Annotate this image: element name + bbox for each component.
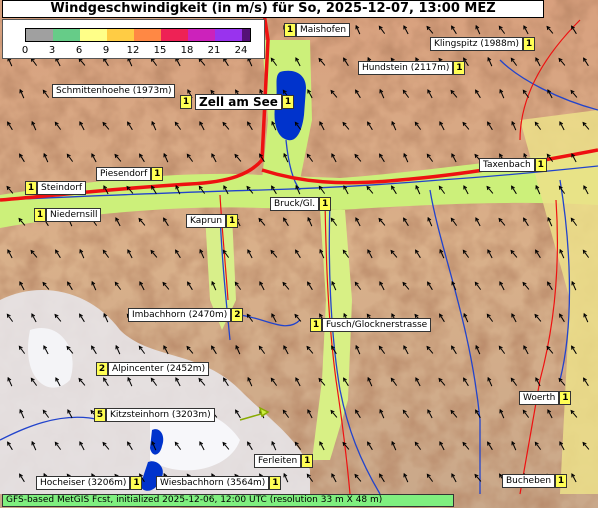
legend-swatch-15-18: [161, 29, 188, 41]
place-bruck[interactable]: Bruck/Gl. 1: [270, 197, 332, 211]
place-label: Hundstein (2117m): [358, 61, 454, 75]
legend-swatch-24-plus: [242, 29, 250, 41]
place-ferleiten[interactable]: Ferleiten 1: [254, 454, 314, 468]
wind-value-badge: 1: [269, 476, 282, 490]
map-stage: Windgeschwindigkeit (in m/s) für So, 202…: [0, 0, 598, 508]
wind-value-badge: 1: [180, 95, 192, 109]
place-label: Hocheiser (3206m): [36, 476, 131, 490]
wind-value-badge: 5: [94, 408, 106, 422]
legend-tick: 24: [234, 45, 248, 56]
place-taxenbach[interactable]: Taxenbach 1: [479, 158, 547, 172]
place-kitzsteinhorn[interactable]: 5 Kitzsteinhorn (3203m): [94, 408, 215, 422]
place-alpincenter[interactable]: 2 Alpincenter (2452m): [96, 362, 210, 376]
place-kaprun[interactable]: Kaprun 1: [186, 214, 239, 228]
legend-tick: 12: [126, 45, 140, 56]
place-imbachhorn[interactable]: Imbachhorn (2470m) 2: [128, 308, 244, 322]
legend-tick: 3: [48, 45, 56, 56]
place-woerth[interactable]: Woerth 1: [519, 391, 572, 405]
wind-value-badge: 1: [559, 391, 572, 405]
wind-value-badge: 1: [319, 197, 332, 211]
legend-swatch-18-21: [188, 29, 215, 41]
legend-tick: 6: [75, 45, 83, 56]
wind-value-badge: 1: [151, 167, 164, 181]
wind-value-badge: 2: [231, 308, 244, 322]
place-label: Bruck/Gl.: [270, 197, 320, 211]
place-label: Niedernsill: [46, 208, 102, 222]
place-wiesbachhorn[interactable]: Wiesbachhorn (3564m) 1: [156, 476, 282, 490]
place-fusch-glocknerstrasse[interactable]: 1 Fusch/Glocknerstrasse: [310, 318, 432, 332]
place-hocheiser[interactable]: Hocheiser (3206m) 1: [36, 476, 143, 490]
place-schmittenhoehe[interactable]: Schmittenhoehe (1973m): [52, 84, 176, 98]
place-label: Klingspitz (1988m): [430, 37, 524, 51]
place-label: Wiesbachhorn (3564m): [156, 476, 270, 490]
legend-tick: 18: [180, 45, 194, 56]
wind-value-badge: 1: [284, 23, 296, 37]
place-label: Woerth: [519, 391, 560, 405]
place-label: Alpincenter (2452m): [108, 362, 210, 376]
wind-value-badge: 1: [534, 158, 547, 172]
wind-value-badge: 1: [130, 476, 143, 490]
legend-color-scale: [25, 28, 251, 42]
wind-map: [0, 0, 598, 508]
wind-speed-legend: 0 3 6 9 12 15 18 21 24: [2, 19, 265, 59]
model-info-footer: GFS-based MetGIS Fcst, initialized 2025-…: [2, 494, 454, 507]
place-zell-am-see[interactable]: 1 Zell am See 1: [180, 94, 294, 110]
legend-swatch-6-9: [80, 29, 107, 41]
place-maishofen[interactable]: 1 Maishofen: [284, 23, 351, 37]
place-label: Ferleiten: [254, 454, 302, 468]
place-label: Maishofen: [296, 23, 351, 37]
legend-tick: 21: [207, 45, 221, 56]
legend-tick: 9: [102, 45, 110, 56]
legend-swatch-3-6: [53, 29, 80, 41]
wind-value-badge: 2: [96, 362, 108, 376]
place-label: Bucheben: [502, 474, 556, 488]
wind-value-badge: 1: [34, 208, 46, 222]
place-label: Kitzsteinhorn (3203m): [106, 408, 215, 422]
wind-value-badge: 1: [310, 318, 322, 332]
legend-swatch-21-24: [215, 29, 242, 41]
wind-value-badge: 1: [523, 37, 536, 51]
place-bucheben[interactable]: Bucheben 1: [502, 474, 568, 488]
place-label: Steindorf: [37, 181, 87, 195]
place-label: Schmittenhoehe (1973m): [52, 84, 176, 98]
place-niedernsill[interactable]: 1 Niedernsill: [34, 208, 102, 222]
place-label: Fusch/Glocknerstrasse: [322, 318, 432, 332]
legend-swatch-0-3: [26, 29, 53, 41]
place-label: Taxenbach: [479, 158, 535, 172]
wind-value-badge: 1: [301, 454, 314, 468]
legend-swatch-9-12: [107, 29, 134, 41]
place-steindorf[interactable]: 1 Steindorf: [25, 181, 87, 195]
legend-swatch-12-15: [134, 29, 161, 41]
wind-value-badge: 1: [555, 474, 568, 488]
wind-value-badge: 1: [25, 181, 37, 195]
place-label: Kaprun: [186, 214, 227, 228]
place-piesendorf[interactable]: Piesendorf 1: [96, 167, 164, 181]
place-label: Zell am See: [195, 94, 282, 110]
wind-value-badge: 1: [281, 95, 294, 109]
place-label: Imbachhorn (2470m): [128, 308, 232, 322]
place-klingspitz[interactable]: Klingspitz (1988m) 1: [430, 37, 536, 51]
wind-value-badge: 1: [453, 61, 466, 75]
legend-tick: 15: [153, 45, 167, 56]
wind-value-badge: 1: [226, 214, 239, 228]
map-title: Windgeschwindigkeit (in m/s) für So, 202…: [2, 0, 544, 18]
place-hundstein[interactable]: Hundstein (2117m) 1: [358, 61, 466, 75]
legend-tick: 0: [21, 45, 29, 56]
place-label: Piesendorf: [96, 167, 152, 181]
